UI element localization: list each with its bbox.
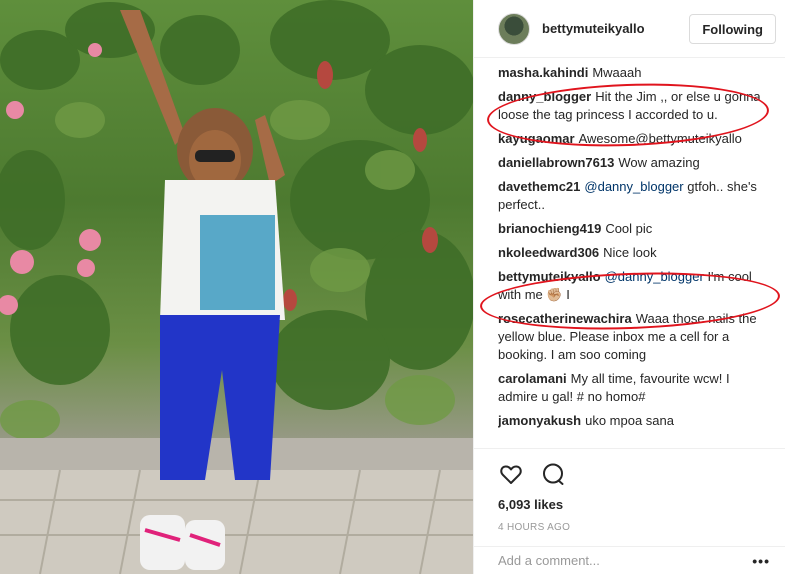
comment-author[interactable]: carolamani [498,371,567,386]
comment-bubble-icon[interactable] [540,461,566,487]
more-options-icon[interactable]: ••• [752,553,770,569]
post-sidebar: bettymuteikyallo Following masha.kahindi… [473,0,785,574]
heart-icon[interactable] [498,461,524,487]
add-comment-input[interactable] [498,553,753,568]
avatar[interactable] [498,12,530,45]
post-username[interactable]: bettymuteikyallo [542,21,645,36]
comment-author[interactable]: masha.kahindi [498,65,588,80]
garden-background [0,0,473,574]
post-actions: 6,093 likes 4 HOURS AGO [474,448,785,533]
comment-author[interactable]: nkoleedward306 [498,245,599,260]
following-button[interactable]: Following [689,14,776,44]
comment-item: davethemc21 @danny_blogger gtfoh.. she's … [498,178,768,214]
comment-text: Cool pic [605,221,653,236]
comment-mention[interactable]: @danny_blogger [584,179,683,194]
comment-text: Nice look [603,245,657,260]
comment-item: masha.kahindi Mwaaah [498,64,768,82]
comment-text: uko mpoa sana [585,413,674,428]
post-timestamp: 4 HOURS AGO [498,522,571,533]
comment-item: daniellabrown7613 Wow amazing [498,154,768,172]
comment-item: nkoleedward306 Nice look [498,244,768,262]
post-header: bettymuteikyallo Following [474,0,785,58]
likes-count[interactable]: 6,093 likes [498,497,762,512]
comment-item: carolamani My all time, favourite wcw! I … [498,370,768,406]
comment-author[interactable]: davethemc21 [498,179,580,194]
comment-text: Mwaaah [592,65,642,80]
comment-author[interactable]: daniellabrown7613 [498,155,614,170]
comment-text: Wow amazing [618,155,700,170]
add-comment-bar: ••• [474,546,785,574]
comment-item: brianochieng419 Cool pic [498,220,768,238]
comment-author[interactable]: jamonyakush [498,413,581,428]
post-photo[interactable] [0,0,473,574]
comment-author[interactable]: brianochieng419 [498,221,601,236]
comment-item: jamonyakush uko mpoa sana [498,412,768,430]
